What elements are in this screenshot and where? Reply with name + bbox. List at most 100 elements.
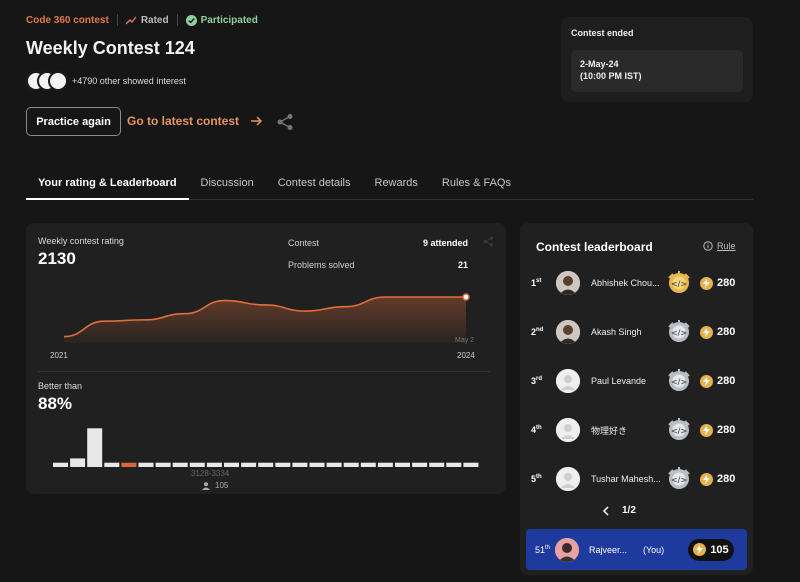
svg-text:</>: </> [671,280,687,289]
distribution-bar[interactable] [326,462,342,467]
tab-discussion[interactable]: Discussion [189,174,266,199]
rank-suffix: nd [536,327,544,333]
distribution-bar[interactable] [360,462,376,467]
rating-panel: Weekly contest rating 2130 Contest 9 att… [26,223,506,494]
rank-number: 51 [535,544,546,555]
current-user-row[interactable]: 51th Rajveer... (You) 105 [526,529,747,570]
chevron-right-icon[interactable] [648,505,656,516]
svg-text:</>: </> [671,427,687,436]
current-user-name: Rajveer... [589,544,628,555]
avatar [556,467,580,491]
leaderboard-row[interactable]: 1st Abhishek Chou... </> 280 [531,268,743,298]
latest-contest-link[interactable]: Go to latest contest [127,114,263,128]
distribution-bar[interactable] [53,462,68,467]
distribution-bar[interactable] [446,462,462,467]
chevron-left-icon[interactable] [602,505,610,516]
count-label: 105 [202,481,228,490]
rank-suffix: rd [536,376,543,382]
distribution-bar[interactable] [172,462,188,467]
you-tag: (You) [643,544,665,555]
leaderboard-title: Contest leaderboard [536,240,653,254]
contest-ended-date: 2-May-24 [580,59,619,69]
trend-icon [125,16,137,24]
divider [176,14,178,26]
participant-name: 物理好き [591,425,628,436]
user-icon [202,481,210,490]
distribution-bar[interactable] [206,462,222,467]
range-label: 3128-3334 [191,469,230,478]
rank: 3rd [531,376,556,386]
contest-ended-date-box: 2-May-24 (10:00 PM IST) [571,50,743,92]
contest-ended-label: Contest ended [571,28,634,38]
distribution-bar[interactable] [377,462,393,467]
score: 280 [700,374,736,388]
distribution-bar[interactable] [292,462,308,467]
distribution-bar[interactable] [412,462,428,467]
page-title: Weekly Contest 124 [26,38,195,58]
distribution-bar[interactable] [189,462,205,467]
tab-rewards[interactable]: Rewards [363,174,430,199]
medal-badge-icon: </> [668,418,690,440]
coin-icon [700,325,713,339]
coin-icon [693,543,707,556]
distribution-bar[interactable] [395,462,410,467]
leaderboard-row[interactable]: 2nd Akash Singh </> 280 [531,317,743,347]
participant-name: Paul Levande [591,376,647,386]
rank: 5th [531,474,556,484]
rank: 4th [531,425,556,435]
arrow-right-icon [251,116,263,126]
avatar [556,271,580,295]
pagination: 1/2 [602,505,656,516]
participated-label: Participated [200,14,258,26]
share-icon[interactable] [276,113,294,131]
leaderboard-row[interactable]: 4th 物理好き </> 280 [531,415,743,445]
participated-badge: Participated [185,14,258,26]
avatar [556,320,580,344]
score-value: 280 [717,424,736,436]
avatar-stack [26,71,68,91]
distribution-bar[interactable] [104,462,120,467]
count-value: 105 [215,481,229,490]
tab-bar: Your rating & Leaderboard Discussion Con… [26,174,753,200]
leaderboard-panel: Contest leaderboard Rule 1st Abhishek Cho… [520,223,753,575]
score: 280 [700,423,736,437]
rated-badge: Rated [125,14,169,26]
leaderboard-row[interactable]: 3rd Paul Levande </> 280 [531,366,743,396]
distribution-bar[interactable] [138,462,154,467]
distribution-bar[interactable] [155,462,171,467]
divider [116,14,118,26]
svg-text:</>: </> [671,329,687,338]
distribution-bar[interactable] [275,462,291,467]
rated-label: Rated [140,14,169,26]
distribution-bar[interactable] [463,462,479,467]
distribution-bar[interactable] [429,462,445,467]
distribution-bar[interactable] [87,428,103,467]
score-value: 280 [717,375,736,387]
rule-label: Rule [717,241,736,251]
contest-ended-time: (10:00 PM IST) [580,71,642,81]
rank: 1st [531,278,556,288]
medal-badge-icon: </> [668,369,690,391]
distribution-bar[interactable] [258,462,274,467]
distribution-bar[interactable] [241,462,257,467]
distribution-bar[interactable] [343,462,359,467]
tab-rules-faqs[interactable]: Rules & FAQs [430,174,523,199]
rule-link[interactable]: Rule [703,241,736,251]
participant-name: Akash Singh [591,327,642,337]
distribution-bar[interactable] [121,462,137,467]
avatar [556,418,580,442]
tab-rating-leaderboard[interactable]: Your rating & Leaderboard [26,174,189,200]
coin-icon [700,276,713,290]
participant-name: Tushar Mahesh... [591,474,661,484]
info-icon [703,241,713,251]
distribution-bar[interactable] [224,462,239,467]
practice-again-button[interactable]: Practice again [26,107,121,136]
leaderboard-row[interactable]: 5th Tushar Mahesh... </> 280 [531,464,743,494]
current-user-score: 105 [688,538,734,561]
distribution-bar[interactable] [70,458,86,467]
distribution-bar[interactable] [309,462,325,467]
score-value: 280 [717,277,736,289]
avatar [555,537,579,562]
tab-contest-details[interactable]: Contest details [266,174,363,199]
coin-icon [700,472,713,486]
